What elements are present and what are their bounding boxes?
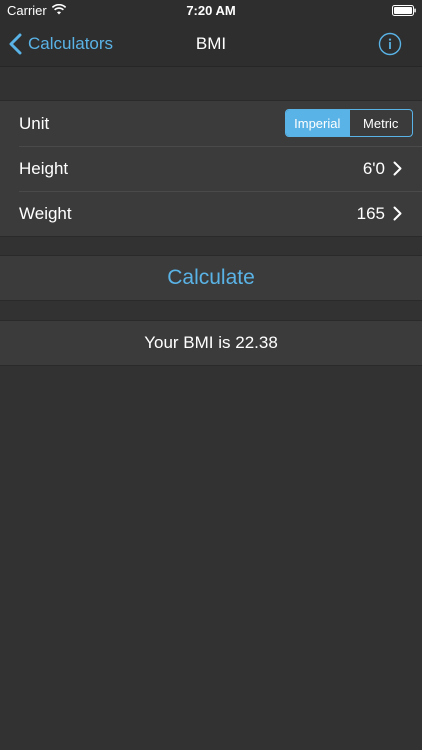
back-button-label: Calculators (28, 34, 114, 53)
unit-segmented-control[interactable]: Imperial Metric (285, 109, 413, 137)
chevron-right-icon (393, 206, 402, 221)
unit-row: Unit Imperial Metric (0, 101, 422, 146)
calculate-button[interactable]: Calculate (0, 256, 422, 300)
unit-label: Unit (19, 113, 50, 133)
result-group: Your BMI is 22.38 (0, 320, 422, 366)
navigation-bar: Calculators BMI (0, 22, 422, 67)
unit-segment-imperial[interactable]: Imperial (286, 110, 349, 136)
chevron-right-icon (393, 161, 402, 176)
unit-segment-metric[interactable]: Metric (348, 110, 413, 136)
status-bar: Carrier 7:20 AM (0, 0, 422, 22)
status-time: 7:20 AM (186, 3, 236, 18)
chevron-left-icon (9, 33, 22, 55)
weight-row[interactable]: Weight 165 (0, 191, 422, 236)
height-row[interactable]: Height 6'0 (0, 146, 422, 191)
weight-label: Weight (19, 203, 72, 223)
height-label: Height (19, 158, 69, 178)
height-value: 6'0 (362, 158, 385, 178)
back-button[interactable]: Calculators (8, 22, 113, 66)
battery-icon (392, 5, 416, 16)
info-icon[interactable] (378, 32, 402, 56)
settings-group: Unit Imperial Metric Height 6'0 Weight 1… (0, 100, 422, 237)
bmi-result: Your BMI is 22.38 (144, 333, 278, 352)
calculate-group: Calculate (0, 255, 422, 301)
weight-value: 165 (356, 203, 385, 223)
